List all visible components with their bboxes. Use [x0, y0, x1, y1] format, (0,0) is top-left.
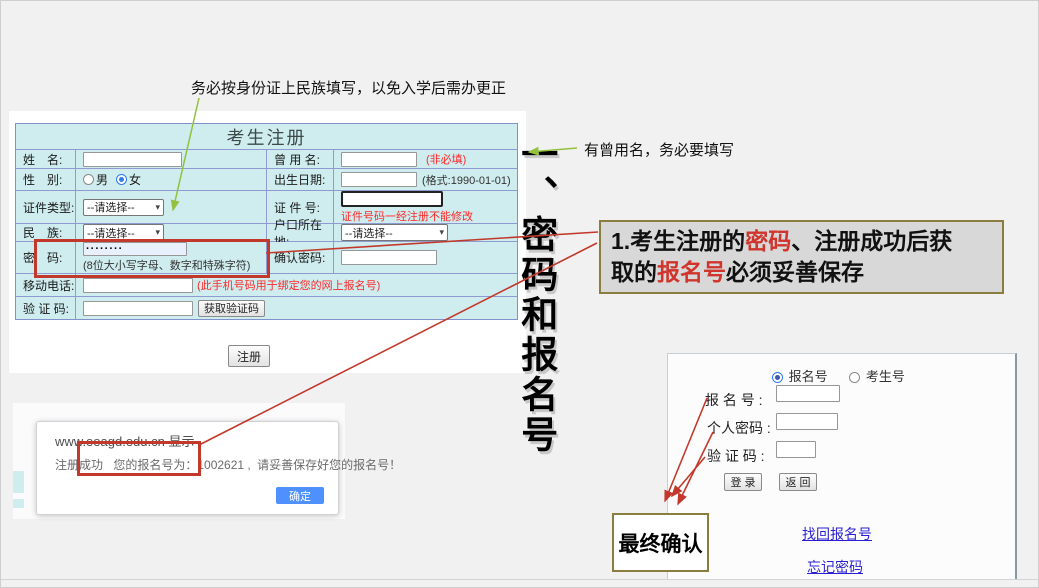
- tutorial-slide: 考生注册 姓 名: 曾 用 名: (非必填) 性 别: 男 女 出生日期: (格…: [0, 0, 1039, 588]
- birth-input[interactable]: [341, 172, 417, 187]
- login-reg-no-label: 报 名 号 :: [705, 390, 763, 410]
- login-captcha-input[interactable]: [776, 441, 816, 458]
- id-no-input[interactable]: [341, 191, 443, 207]
- captcha-label: 验 证 码:: [16, 297, 75, 319]
- chevron-down-icon: ▾: [155, 227, 160, 238]
- radio-reg-no[interactable]: [772, 372, 783, 383]
- birth-label: 出生日期:: [267, 169, 333, 190]
- register-button[interactable]: 注册: [228, 345, 270, 367]
- birth-format-hint: (格式:1990-01-01): [422, 172, 511, 188]
- background-page-fragment: [13, 471, 24, 493]
- former-name-input[interactable]: [341, 152, 417, 167]
- hukou-selected-value: --请选择--: [345, 225, 393, 241]
- notice-regno-word: 报名号: [657, 259, 726, 285]
- confirm-password-label: 确认密码:: [267, 242, 333, 273]
- highlight-box-password-field: [34, 239, 270, 278]
- hukou-label: 户口所在地:: [267, 224, 333, 241]
- find-reg-no-link[interactable]: 找回报名号: [802, 524, 872, 544]
- radio-male[interactable]: [83, 174, 94, 185]
- gender-label: 性 别:: [16, 169, 75, 190]
- chevron-down-icon: ▾: [439, 227, 444, 238]
- confirm-password-input[interactable]: [341, 250, 437, 265]
- dialog-ok-button[interactable]: 确定: [276, 487, 324, 504]
- captcha-input[interactable]: [83, 301, 193, 316]
- id-type-select[interactable]: --请选择-- ▾: [83, 199, 164, 216]
- login-password-input[interactable]: [776, 413, 838, 430]
- login-reg-no-input[interactable]: [776, 385, 840, 402]
- hukou-select[interactable]: --请选择-- ▾: [341, 224, 448, 241]
- former-name-label: 曾 用 名:: [267, 150, 333, 168]
- final-confirm-box: 最终确认: [612, 513, 709, 572]
- background-page-fragment: [13, 499, 24, 508]
- forgot-password-link[interactable]: 忘记密码: [807, 557, 863, 577]
- highlight-box-reg-no-text: [77, 441, 201, 476]
- notice-password-word: 密码: [745, 228, 791, 254]
- female-label: 女: [129, 171, 141, 188]
- registration-form-title: 考生注册: [16, 124, 517, 149]
- id-type-label: 证件类型:: [16, 191, 75, 223]
- notice-line-1: 1.考生注册的密码、注册成功后获: [611, 226, 992, 257]
- radio-exam-no-label: 考生号: [866, 369, 905, 384]
- login-captcha-label: 验 证 码 :: [707, 446, 765, 466]
- former-name-annotation: 有曾用名，务必要填写: [584, 139, 734, 160]
- radio-female[interactable]: [116, 174, 127, 185]
- notice-box: 1.考生注册的密码、注册成功后获 取的报名号必须妥善保存: [599, 220, 1004, 294]
- mobile-hint: (此手机号码用于绑定您的网上报名号): [197, 277, 380, 293]
- id-type-selected-value: --请选择--: [87, 199, 135, 215]
- login-button[interactable]: 登 录: [724, 473, 762, 491]
- id-no-warning: 证件号码一经注册不能修改: [341, 208, 473, 224]
- login-password-label: 个人密码 :: [707, 418, 771, 438]
- get-captcha-button[interactable]: 获取验证码: [198, 300, 265, 317]
- login-panel: 报名号 考生号 报 名 号 : 个人密码 : 验 证 码 : 登 录 返 回 找…: [667, 353, 1017, 579]
- chevron-down-icon: ▾: [155, 202, 160, 213]
- former-name-optional-note: (非必填): [426, 151, 466, 167]
- radio-reg-no-label: 报名号: [789, 369, 828, 384]
- mobile-input[interactable]: [83, 278, 193, 293]
- back-button[interactable]: 返 回: [779, 473, 817, 491]
- ethnicity-annotation: 务必按身份证上民族填写，以免入学后需办更正: [191, 77, 506, 98]
- name-label: 姓 名:: [16, 150, 75, 168]
- name-input[interactable]: [83, 152, 182, 167]
- login-type-radios: 报名号 考生号: [772, 366, 905, 385]
- notice-line-2: 取的报名号必须妥善保存: [611, 257, 992, 288]
- bottom-edge-strip: [1, 579, 1039, 588]
- male-label: 男: [96, 171, 108, 188]
- radio-exam-no[interactable]: [849, 372, 860, 383]
- section-title-vertical: 一、密码和报名号: [515, 135, 556, 455]
- registration-form: 考生注册 姓 名: 曾 用 名: (非必填) 性 别: 男 女 出生日期: (格…: [15, 123, 518, 320]
